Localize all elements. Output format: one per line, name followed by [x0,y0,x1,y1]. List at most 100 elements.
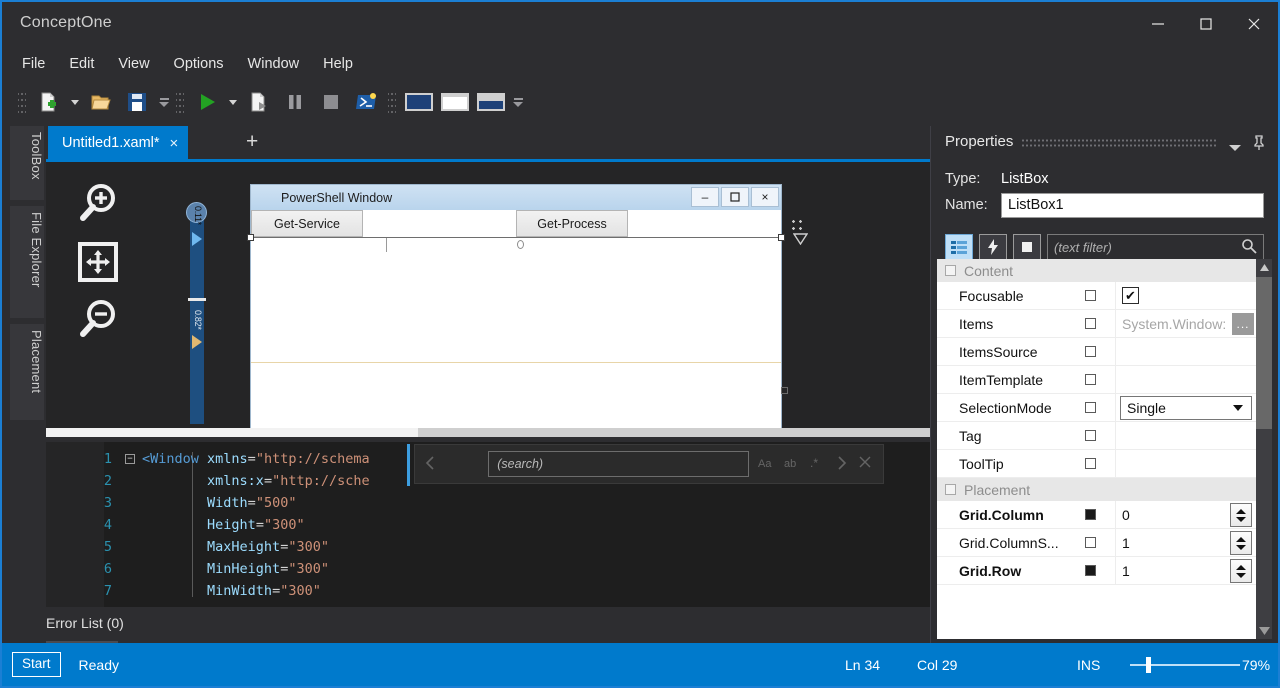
property-binding-marker[interactable] [1085,374,1115,385]
property-binding-marker[interactable] [1085,430,1115,441]
property-row[interactable]: SelectionMode Single [937,394,1256,422]
menu-item-edit[interactable]: Edit [57,52,106,77]
sidebar-item-placement[interactable]: Placement [10,324,44,420]
number-stepper[interactable] [1230,559,1252,583]
scrollbar-thumb[interactable] [1256,277,1272,429]
new-file-icon[interactable] [32,87,66,117]
menu-item-file[interactable]: File [10,52,57,77]
menu-item-options[interactable]: Options [162,52,236,77]
toolbar-grip-3[interactable] [388,89,396,115]
properties-scrollbar[interactable] [1256,259,1272,639]
selection-handle-bottom[interactable] [781,387,788,394]
events-view-icon[interactable] [979,234,1007,260]
pause-icon[interactable] [278,87,312,117]
category-toggle-icon[interactable] [945,265,956,276]
maximize-icon[interactable] [1182,2,1230,46]
property-value[interactable]: ✔ [1115,282,1256,309]
new-file-dropdown[interactable] [68,87,82,117]
search-case-icon[interactable]: Aa [757,455,774,473]
toolbar-grip-1[interactable] [18,89,26,115]
editor-search-overlay[interactable]: (search) Aa ab .* [414,444,884,484]
layout-top-icon[interactable] [438,87,472,117]
search-word-icon[interactable]: ab [782,455,799,473]
layout-adorner-caret[interactable] [792,232,809,250]
sidebar-item-toolbox[interactable]: ToolBox [10,126,44,200]
selection-handle-left[interactable] [247,234,254,241]
number-stepper[interactable] [1230,531,1252,555]
save-overflow[interactable] [156,89,172,115]
close-icon[interactable] [1230,2,1278,46]
property-binding-marker[interactable] [1085,346,1115,357]
property-value[interactable] [1115,450,1256,477]
stepper-up-icon[interactable] [1236,508,1246,514]
powershell-console-icon[interactable] [350,87,384,117]
close-icon[interactable]: × [170,136,179,151]
minimize-icon[interactable]: – [691,187,719,207]
property-binding-marker[interactable] [1085,509,1115,520]
filter-input[interactable]: (text filter) [1047,234,1264,260]
property-value[interactable] [1115,422,1256,449]
number-stepper[interactable] [1230,503,1252,527]
category-toggle-icon[interactable] [945,484,956,495]
save-icon[interactable] [120,87,154,117]
property-category-header[interactable]: Content [937,259,1256,282]
chevron-down-icon[interactable] [1228,140,1242,158]
property-row[interactable]: Focusable ✔ [937,282,1256,310]
grid-row-arrow-bottom[interactable] [192,335,202,349]
property-row[interactable]: Tag [937,422,1256,450]
property-row[interactable]: Grid.Column 0 [937,501,1256,529]
stepper-up-icon[interactable] [1236,536,1246,542]
scroll-down-icon[interactable] [1256,623,1272,639]
tab-untitled1-xaml[interactable]: Untitled1.xaml* × [48,126,189,160]
start-button[interactable]: Start [12,652,61,677]
stop-icon[interactable] [314,87,348,117]
property-row[interactable]: ItemTemplate [937,366,1256,394]
run-icon[interactable] [190,87,224,117]
property-value[interactable]: System.Window:... [1115,310,1256,337]
toolbar-overflow[interactable] [510,89,526,115]
zoom-in-icon[interactable] [70,176,126,232]
checkbox[interactable]: ✔ [1122,287,1139,304]
property-value[interactable]: 1 [1115,529,1256,556]
fold-collapse-icon[interactable]: − [122,454,138,464]
column-splitter-handle[interactable] [517,240,524,249]
property-value[interactable] [1115,338,1256,365]
dropdown[interactable]: Single [1120,396,1252,420]
property-row[interactable]: ToolTip [937,450,1256,478]
grid-row-arrow-top[interactable] [192,232,202,246]
search-input[interactable]: (search) [488,451,749,477]
stepper-down-icon[interactable] [1236,544,1246,550]
properties-view-icon[interactable] [945,234,973,260]
scrollbar-thumb-h[interactable] [46,428,418,437]
powershell-window-preview[interactable]: PowerShell Window – × Get-Service Get-Pr… [247,184,785,434]
search-prev-icon[interactable] [423,455,440,473]
name-input[interactable]: ListBox1 [1001,192,1264,218]
selection-handle-right[interactable] [778,234,785,241]
preview-button-get-process[interactable]: Get-Process [516,210,628,237]
property-binding-marker[interactable] [1085,402,1115,413]
preview-button-get-service[interactable]: Get-Service [251,210,363,237]
search-icon[interactable] [1241,238,1257,257]
square-icon[interactable] [1013,234,1041,260]
layout-full-icon[interactable] [402,87,436,117]
property-row[interactable]: Items System.Window:... [937,310,1256,338]
property-value[interactable] [1115,366,1256,393]
new-tab-button[interactable]: + [246,131,258,152]
property-value[interactable]: 1 [1115,557,1256,584]
property-row[interactable]: Grid.Row 1 [937,557,1256,585]
panel-drag-handle[interactable] [1021,138,1216,148]
run-dropdown[interactable] [226,87,240,117]
menu-item-view[interactable]: View [106,52,161,77]
stepper-down-icon[interactable] [1236,572,1246,578]
property-category-header[interactable]: Placement [937,478,1256,501]
property-value[interactable]: Single [1115,394,1256,421]
open-editor-button[interactable]: ... [1232,313,1254,335]
search-close-icon[interactable] [858,455,875,473]
pan-icon[interactable] [70,234,126,290]
stepper-down-icon[interactable] [1236,516,1246,522]
menu-item-window[interactable]: Window [236,52,312,77]
close-icon[interactable]: × [751,187,779,207]
property-binding-marker[interactable] [1085,537,1115,548]
toolbar-grip-2[interactable] [176,89,184,115]
property-binding-marker[interactable] [1085,290,1115,301]
